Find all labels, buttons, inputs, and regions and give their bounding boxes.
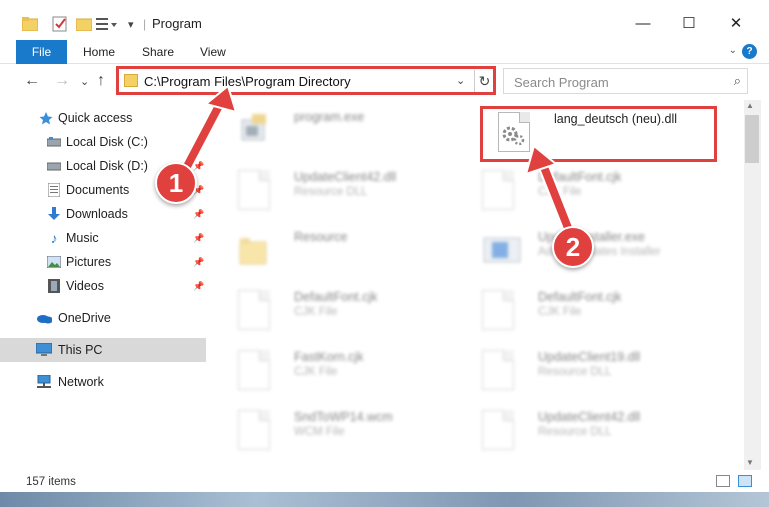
- step-2-badge: 2: [552, 226, 594, 268]
- tutorial-arrows: [176, 84, 578, 244]
- arrow-2: [524, 144, 578, 244]
- arrow-1: [176, 84, 238, 182]
- step-1-badge: 1: [155, 162, 197, 204]
